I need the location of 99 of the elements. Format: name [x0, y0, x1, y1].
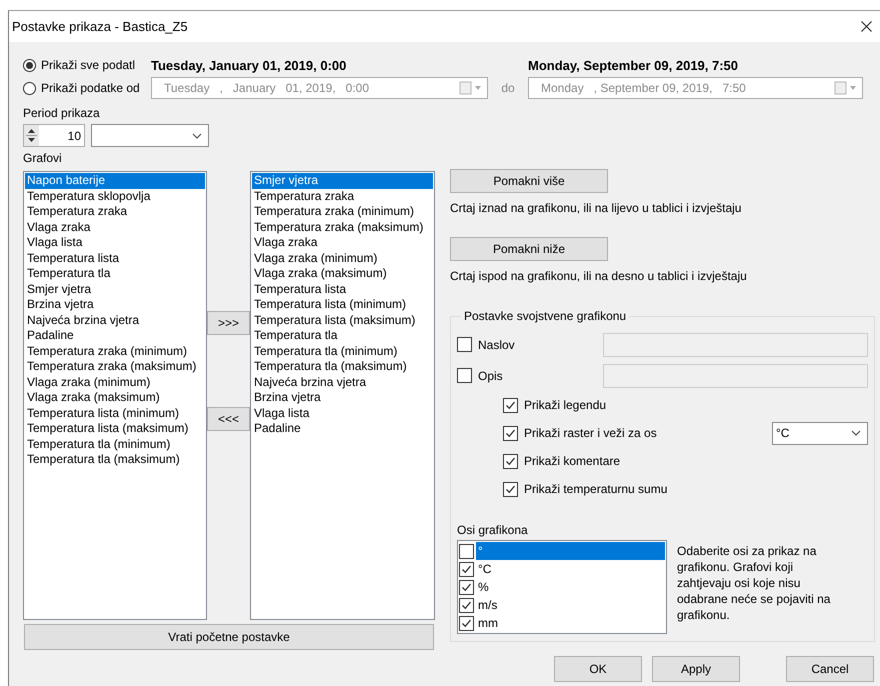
list-item[interactable]: mm [476, 614, 665, 632]
list-item[interactable]: ° [476, 542, 665, 560]
reset-button[interactable]: Vrati početne postavke [24, 624, 434, 650]
radio-button[interactable]: Prikaži podatke od [23, 81, 151, 95]
list-item[interactable]: °C [476, 560, 665, 578]
check-icon [461, 618, 472, 628]
list-item[interactable]: Vlaga zraka (minimum) [252, 250, 433, 266]
list-item[interactable]: Temperatura tla [252, 328, 433, 344]
checkbox[interactable] [503, 398, 518, 412]
checkbox[interactable] [503, 426, 518, 440]
check-icon [505, 400, 516, 410]
list-item[interactable]: Temperatura sklopovlja [25, 188, 205, 204]
move-down-button[interactable]: Pomakni niže [450, 237, 608, 261]
dialog-button[interactable]: Apply [652, 656, 740, 682]
remove-button[interactable]: <<< [207, 407, 250, 431]
list-item[interactable]: Temperatura tla (maksimum) [25, 452, 205, 468]
check-icon [505, 484, 516, 494]
checkbox-label[interactable]: Naslov [478, 338, 515, 352]
checkbox[interactable] [503, 454, 518, 468]
axes-label: Osi grafikona [457, 523, 529, 537]
list-item[interactable]: Temperatura lista (maksimum) [25, 421, 205, 436]
check-icon [461, 600, 472, 610]
list-item[interactable]: Vlaga zraka [252, 235, 433, 250]
window-title: Postavke prikaza - Bastica_Z5 [12, 19, 188, 34]
list-item[interactable]: Temperatura tla (maksimum) [252, 359, 433, 374]
list-item[interactable]: Padaline [252, 421, 433, 436]
dropdown[interactable]: °C [772, 422, 868, 444]
charts-label: Grafovi [23, 151, 63, 165]
hint-text: Crtaj ispod na grafikonu, ili na desno u tablici i izvještaju [450, 269, 747, 283]
move-up-button[interactable]: Pomakni više [450, 169, 608, 193]
list-item[interactable]: % [476, 578, 665, 596]
caret-icon [192, 132, 202, 138]
checkbox[interactable] [457, 337, 472, 352]
list-item[interactable]: Temperatura zraka (maksimum) [252, 220, 433, 235]
dialog-button[interactable]: Cancel [786, 656, 874, 682]
list-item[interactable]: Smjer vjetra [252, 173, 433, 188]
list-item[interactable]: Temperatura lista [252, 282, 433, 297]
checkbox[interactable] [459, 616, 474, 630]
checkbox[interactable] [459, 580, 474, 594]
checkbox[interactable] [459, 598, 474, 612]
dropdown[interactable] [91, 124, 209, 147]
check-icon [505, 456, 516, 466]
end-date: Monday, September 09, 2019, 7:50 [528, 58, 740, 72]
calendar-icon [459, 81, 483, 95]
list-box[interactable] [250, 171, 435, 620]
list-item[interactable]: Najveća brzina vjetra [252, 374, 433, 390]
list-item[interactable]: Temperatura zraka (minimum) [25, 344, 205, 359]
group-title: Postavke svojstvene grafikonu [463, 309, 628, 323]
list-item[interactable]: Padaline [25, 328, 205, 344]
check-icon [461, 564, 472, 574]
list-item[interactable]: Vlaga zraka (maksimum) [25, 390, 205, 406]
checkbox-label[interactable]: Prikaži raster i veži za os [524, 426, 657, 440]
axes-hint: Odaberite osi za prikaz na grafikonu. Grafovi koji zahtjevaju osi koje nisu odabrane neće se pojaviti na grafikonu. [677, 543, 832, 624]
list-item[interactable]: Temperatura zraka (maksimum) [25, 359, 205, 374]
list-box[interactable] [23, 171, 207, 620]
checkbox[interactable] [457, 368, 472, 383]
list-item[interactable]: m/s [476, 596, 665, 614]
add-button[interactable]: >>> [207, 311, 250, 335]
checkbox-label[interactable]: Prikaži legendu [524, 398, 606, 412]
period-label: Period prikaza [23, 106, 101, 120]
list-item[interactable]: Temperatura zraka [252, 188, 433, 204]
list-item[interactable]: Temperatura lista [25, 250, 205, 266]
list-item[interactable]: Vlaga zraka (minimum) [25, 374, 205, 390]
list-item[interactable]: Temperatura zraka [25, 204, 205, 220]
list-item[interactable]: Temperatura zraka (minimum) [252, 204, 433, 220]
checkbox[interactable] [503, 482, 518, 496]
list-item[interactable]: Vlaga zraka [25, 220, 205, 235]
list-item[interactable]: Najveća brzina vjetra [25, 312, 205, 328]
check-icon [505, 428, 516, 438]
checked-list-box[interactable]: ° °C % m/s mm [457, 540, 667, 634]
list-item[interactable]: Temperatura tla (minimum) [252, 344, 433, 359]
radio-button[interactable]: Prikaži sve podatl [23, 58, 151, 72]
list-item[interactable]: Smjer vjetra [25, 282, 205, 297]
dialog-button[interactable]: OK [554, 656, 642, 682]
list-item[interactable]: Temperatura tla [25, 266, 205, 282]
checkbox-label[interactable]: Prikaži komentare [524, 454, 620, 468]
list-item[interactable]: Temperatura tla (minimum) [25, 436, 205, 452]
list-item[interactable]: Temperatura lista (minimum) [25, 406, 205, 421]
list-item[interactable]: Temperatura lista (minimum) [252, 297, 433, 312]
checkbox[interactable] [459, 562, 474, 576]
list-item[interactable]: Vlaga zraka (maksimum) [252, 266, 433, 282]
hint-text: Crtaj iznad na grafikonu, ili na lijevo u tablici i izvještaju [450, 201, 742, 215]
list-item[interactable]: Brzina vjetra [25, 297, 205, 312]
list-item[interactable]: Vlaga lista [25, 235, 205, 250]
calendar-icon [834, 81, 858, 95]
close-icon[interactable] [861, 21, 872, 32]
start-date: Tuesday, January 01, 2019, 0:00 [151, 58, 348, 72]
caret-icon [851, 430, 861, 436]
checkbox[interactable] [459, 544, 474, 558]
list-item[interactable]: Napon baterije [25, 173, 205, 188]
checkbox-label[interactable]: Prikaži temperaturnu sumu [524, 482, 668, 496]
check-icon [461, 582, 472, 592]
list-item[interactable]: Brzina vjetra [252, 390, 433, 406]
spinner-arrows-icon[interactable] [24, 125, 39, 146]
spin-box[interactable]: 10 [23, 124, 85, 147]
range-separator: do [501, 81, 515, 95]
checkbox-label[interactable]: Opis [478, 368, 503, 382]
list-item[interactable]: Temperatura lista (maksimum) [252, 312, 433, 328]
list-item[interactable]: Vlaga lista [252, 406, 433, 421]
